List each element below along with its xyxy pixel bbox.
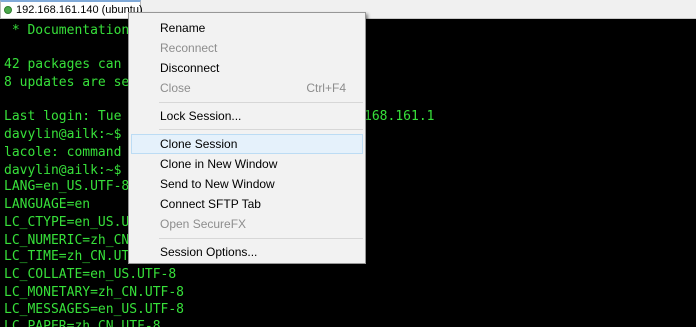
menu-separator: [159, 238, 363, 239]
menu-item-clone-in-new-window[interactable]: Clone in New Window: [131, 154, 363, 174]
menu-item-session-options[interactable]: Session Options...: [131, 242, 363, 262]
terminal-line: LC_PAPER=zh_CN.UTF-8: [4, 319, 161, 327]
connected-status-icon: [4, 6, 12, 14]
close-shortcut: Ctrl+F4: [306, 81, 346, 95]
menu-item-send-to-new-window[interactable]: Send to New Window: [131, 174, 363, 194]
menu-item-clone-session[interactable]: Clone Session: [131, 134, 363, 154]
menu-item-label: Close: [160, 81, 191, 95]
menu-separator: [159, 102, 363, 103]
menu-item-label: Session Options...: [160, 245, 258, 259]
menu-item-label: Reconnect: [160, 41, 218, 55]
menu-item-label: Lock Session...: [160, 109, 242, 123]
menu-separator: [159, 129, 363, 130]
menu-item-reconnect: Reconnect: [131, 38, 363, 58]
menu-item-label: Clone Session: [160, 137, 238, 151]
menu-item-disconnect[interactable]: Disconnect: [131, 58, 363, 78]
menu-item-open-securefx: Open SecureFX: [131, 214, 363, 234]
terminal-line: LC_COLLATE=en_US.UTF-8: [4, 267, 177, 282]
menu-item-label: Connect SFTP Tab: [160, 197, 261, 211]
menu-item-label: Send to New Window: [160, 177, 275, 191]
session-tab[interactable]: 192.168.161.140 (ubuntu): [0, 0, 143, 18]
menu-item-rename[interactable]: Rename: [131, 18, 363, 38]
menu-item-close: Close Ctrl+F4: [131, 78, 363, 98]
terminal-line: LANG=en_US.UTF-8: [4, 179, 130, 194]
tab-context-menu: Rename Reconnect Disconnect Close Ctrl+F…: [128, 12, 366, 264]
terminal-line: LANGUAGE=en: [4, 197, 91, 212]
menu-item-connect-sftp-tab[interactable]: Connect SFTP Tab: [131, 194, 363, 214]
menu-item-lock-session[interactable]: Lock Session...: [131, 106, 363, 126]
menu-item-label: Rename: [160, 21, 206, 35]
menu-item-label: Open SecureFX: [160, 217, 247, 231]
menu-item-label: Clone in New Window: [160, 157, 278, 171]
session-tab-label: 192.168.161.140 (ubuntu): [16, 4, 143, 16]
menu-item-label: Disconnect: [160, 61, 220, 75]
